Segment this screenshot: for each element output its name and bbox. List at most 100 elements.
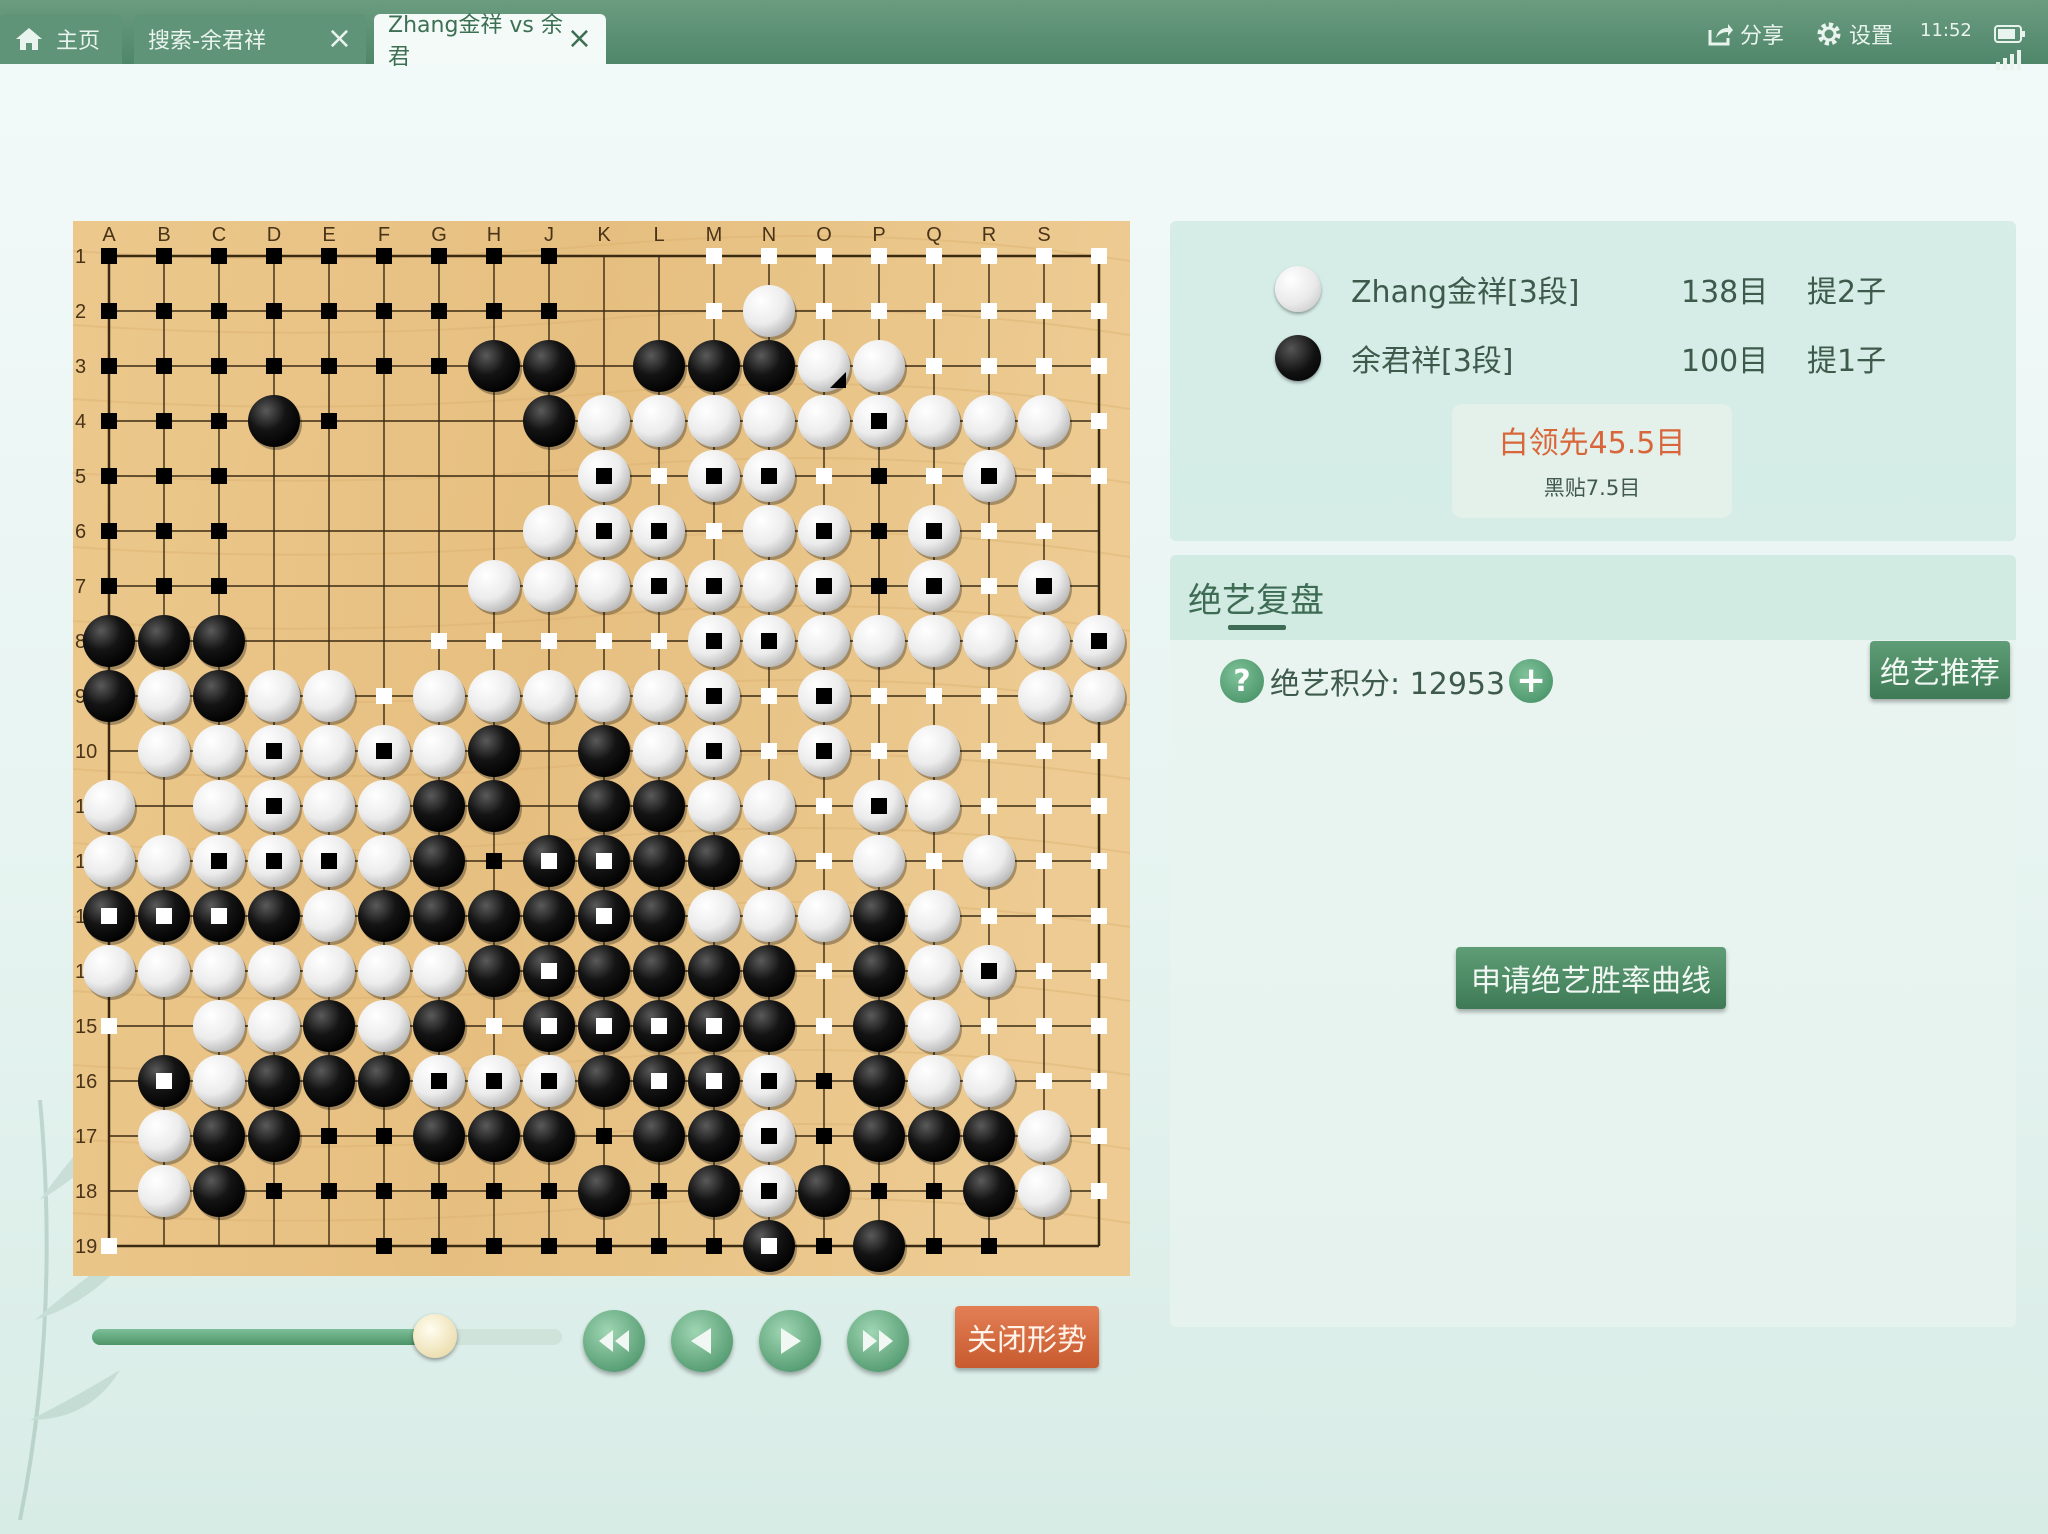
- black-stone: [413, 890, 465, 942]
- white-territory-marker: [101, 1238, 117, 1254]
- white-stone: [908, 1055, 960, 1107]
- white-territory-marker: [926, 248, 942, 264]
- black-territory-marker: [871, 523, 887, 539]
- white-territory-marker: [981, 358, 997, 374]
- black-territory-marker: [486, 248, 502, 264]
- black-stone: [523, 1110, 575, 1162]
- dead-stone-marker: [816, 523, 832, 539]
- black-stone: [248, 1055, 300, 1107]
- tab-home[interactable]: 主页: [0, 14, 122, 64]
- row-label: 10: [75, 741, 97, 763]
- white-stone: [138, 725, 190, 777]
- rewind-icon: [599, 1330, 629, 1352]
- white-territory-marker: [1091, 908, 1107, 924]
- settings-button[interactable]: 设置: [1815, 14, 1893, 54]
- dead-stone-marker: [926, 578, 942, 594]
- white-territory-marker: [1036, 1073, 1052, 1089]
- white-territory-marker: [981, 798, 997, 814]
- white-territory-marker: [1036, 303, 1052, 319]
- white-territory-marker: [376, 688, 392, 704]
- white-stone: [908, 395, 960, 447]
- close-trend-button[interactable]: 关闭形势: [955, 1306, 1099, 1368]
- black-stone: [83, 670, 135, 722]
- previous-icon: [691, 1328, 711, 1354]
- white-stone: [578, 670, 630, 722]
- white-territory-marker: [1036, 248, 1052, 264]
- analysis-tab-title[interactable]: 绝艺复盘: [1188, 573, 1324, 622]
- white-stone: [908, 780, 960, 832]
- dead-stone-marker: [596, 1018, 612, 1034]
- white-territory-marker: [1091, 1128, 1107, 1144]
- clock: 11:52: [1920, 19, 1972, 41]
- white-territory-marker: [596, 633, 612, 649]
- help-icon[interactable]: ?: [1220, 659, 1264, 703]
- white-stone: [743, 835, 795, 887]
- dead-stone-marker: [211, 908, 227, 924]
- row-label: 3: [75, 356, 86, 378]
- white-stone: [303, 780, 355, 832]
- column-label: P: [872, 224, 885, 246]
- black-stone: [358, 1055, 410, 1107]
- close-icon[interactable]: ×: [327, 24, 352, 54]
- black-stone: [853, 945, 905, 997]
- white-stone: [303, 725, 355, 777]
- add-icon[interactable]: +: [1509, 659, 1554, 703]
- white-stone: [908, 615, 960, 667]
- go-board[interactable]: ABCDEFGHJKLMNOPQRS1234567891011121314151…: [73, 221, 1130, 1276]
- tab-label: 搜索-余君祥: [148, 29, 266, 54]
- black-territory-marker: [651, 1183, 667, 1199]
- slider-knob[interactable]: [413, 1314, 458, 1358]
- white-stone: [578, 395, 630, 447]
- score-row: ? 绝艺积分: 12953 +: [1220, 655, 1554, 707]
- white-territory-marker: [101, 1018, 117, 1034]
- black-territory-marker: [266, 303, 282, 319]
- black-stone: [963, 1165, 1015, 1217]
- black-territory-marker: [431, 248, 447, 264]
- white-stone: [633, 725, 685, 777]
- black-stone: [688, 1110, 740, 1162]
- white-territory-marker: [816, 248, 832, 264]
- column-label: M: [706, 224, 723, 246]
- black-stone: [853, 1000, 905, 1052]
- recommend-button[interactable]: 绝艺推荐: [1870, 641, 2010, 699]
- tab-search[interactable]: 搜索-余君祥 ×: [134, 14, 366, 64]
- black-territory-marker: [156, 413, 172, 429]
- share-button[interactable]: 分享: [1706, 14, 1784, 54]
- tab-game[interactable]: Zhang金祥 vs 余君 ×: [374, 13, 606, 70]
- go-board-svg[interactable]: ABCDEFGHJKLMNOPQRS1234567891011121314151…: [73, 221, 1130, 1276]
- win-rate-curve-button[interactable]: 申请绝艺胜率曲线: [1456, 947, 1726, 1009]
- white-territory-marker: [816, 963, 832, 979]
- black-stone: [633, 945, 685, 997]
- black-territory-marker: [211, 358, 227, 374]
- tab-bar: 主页 搜索-余君祥 × Zhang金祥 vs 余君 × 分享 设置 11:52: [0, 0, 2048, 70]
- dead-stone-marker: [761, 1183, 777, 1199]
- black-stone: [578, 1165, 630, 1217]
- next-move-button[interactable]: [759, 1310, 821, 1372]
- black-territory-marker: [321, 413, 337, 429]
- black-stone: [853, 1110, 905, 1162]
- white-territory-marker: [926, 358, 942, 374]
- row-label: 19: [75, 1236, 97, 1258]
- dead-stone-marker: [431, 1073, 447, 1089]
- white-territory-marker: [1091, 1018, 1107, 1034]
- white-stone: [358, 835, 410, 887]
- dead-stone-marker: [816, 688, 832, 704]
- signal-icon: [1994, 40, 2022, 80]
- player-name: Zhang金祥[3段]: [1351, 275, 1580, 310]
- black-stone: [468, 945, 520, 997]
- previous-move-button[interactable]: [671, 1310, 733, 1372]
- last-move-button[interactable]: [847, 1310, 909, 1372]
- white-territory-marker: [981, 303, 997, 319]
- close-icon[interactable]: ×: [567, 24, 592, 54]
- white-stone: [193, 780, 245, 832]
- first-move-button[interactable]: [583, 1310, 645, 1372]
- column-label: S: [1037, 224, 1050, 246]
- white-stone: [468, 670, 520, 722]
- black-stone: [413, 1000, 465, 1052]
- dead-stone-marker: [926, 523, 942, 539]
- white-territory-marker: [981, 578, 997, 594]
- white-stone: [358, 945, 410, 997]
- white-stone: [193, 945, 245, 997]
- white-stone: [1018, 1110, 1070, 1162]
- move-slider[interactable]: [92, 1314, 562, 1358]
